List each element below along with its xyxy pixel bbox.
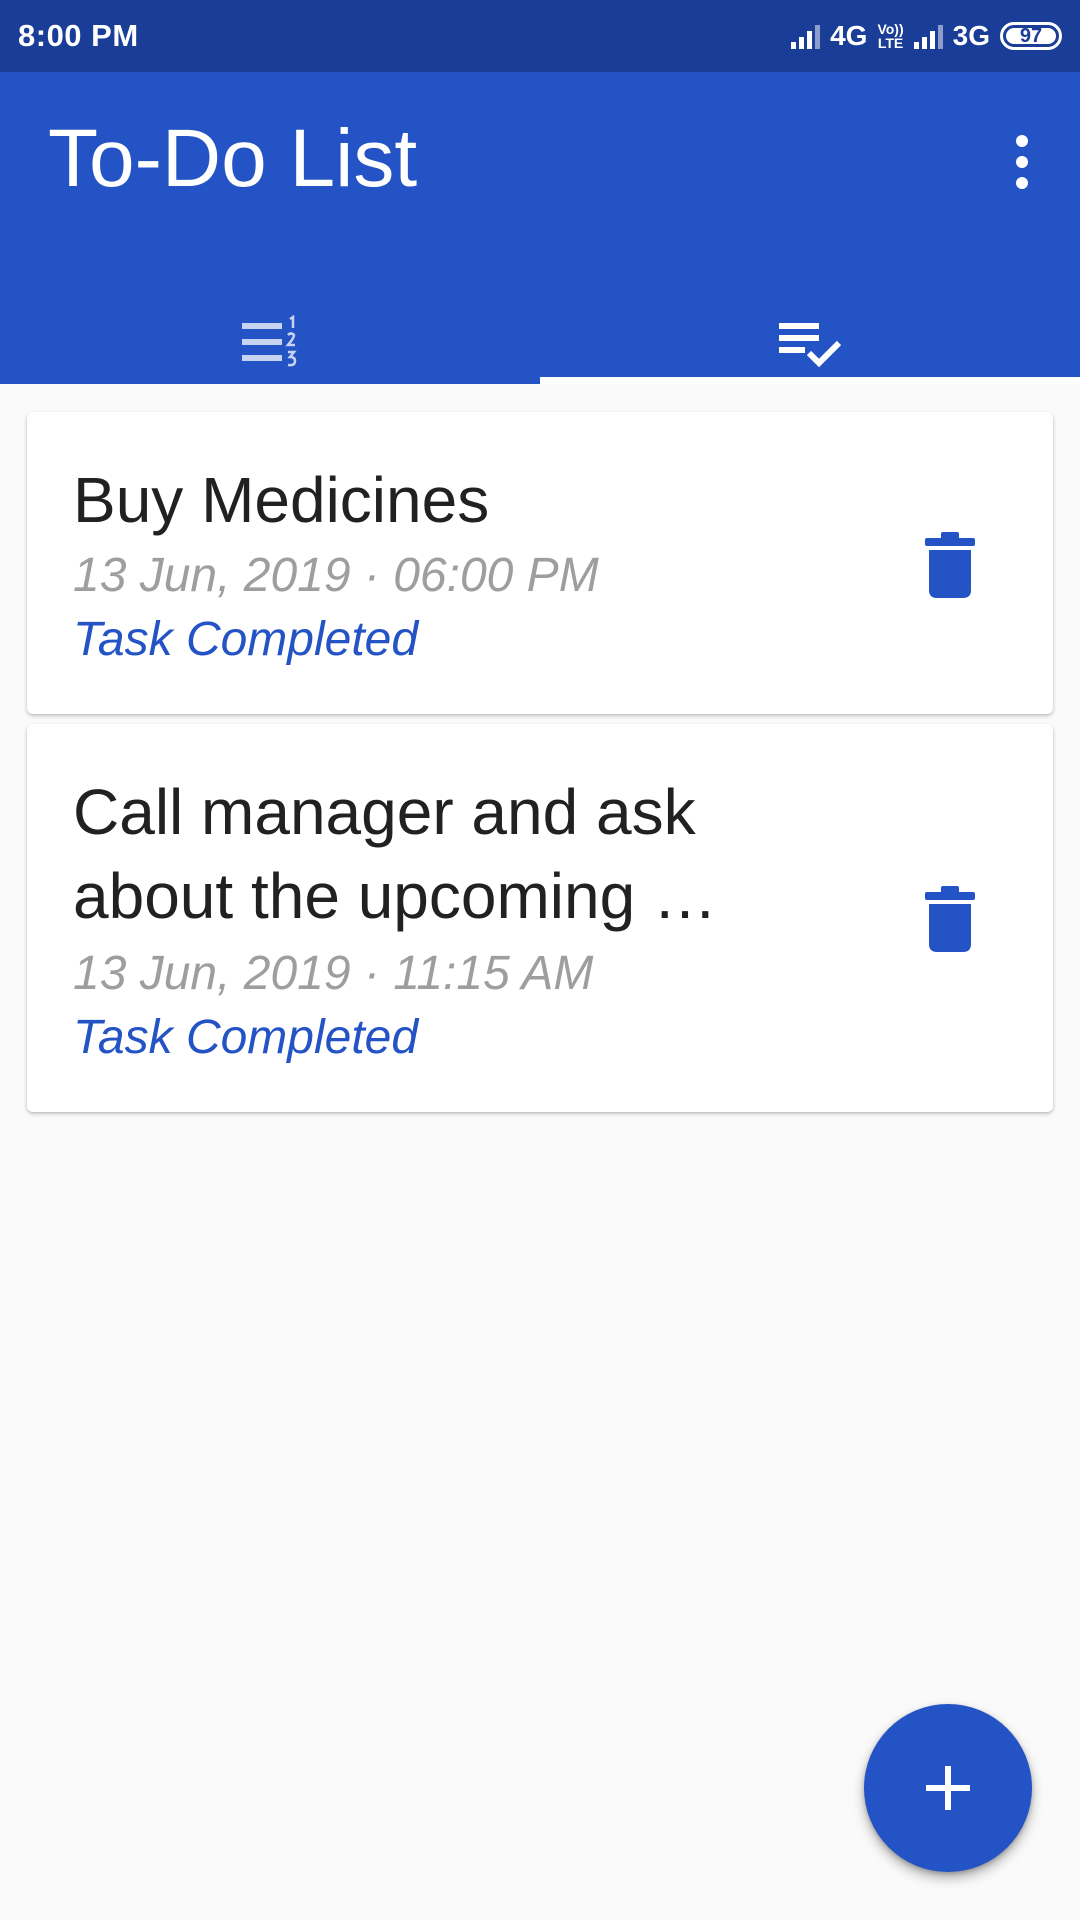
tab-pending[interactable] [0,302,540,384]
app-bar: To-Do List [0,72,1080,384]
task-card[interactable]: Buy Medicines 13 Jun, 2019 · 06:00 PM Ta… [27,412,1053,714]
status-indicators: 4G Vo)) LTE 3G 97 [791,20,1062,52]
plus-icon [926,1766,970,1810]
task-datetime: 13 Jun, 2019 · 06:00 PM [73,549,599,602]
network-type-1: 4G [830,20,868,51]
playlist-check-icon [779,323,842,368]
trash-icon[interactable] [925,532,975,598]
battery-level: 97 [1006,25,1056,47]
tab-bar [0,302,1080,384]
status-time: 8:00 PM [18,18,139,53]
more-vert-icon[interactable] [992,122,1052,202]
trash-icon[interactable] [925,886,975,952]
task-status: Task Completed [73,613,419,666]
task-card[interactable]: Call manager and ask about the upcoming … [27,724,1053,1112]
task-title: Buy Medicines [73,464,490,536]
task-datetime: 13 Jun, 2019 · 11:15 AM [73,947,594,1000]
signal-icon [791,23,821,49]
status-bar: 8:00 PM 4G Vo)) LTE 3G 97 [0,0,1080,72]
volte-icon: Vo)) LTE [877,22,903,50]
page-title: To-Do List [48,113,418,204]
numbered-list-icon [242,315,297,367]
volte-bottom: LTE [877,35,904,51]
network-type-2: 3G [952,20,990,51]
task-status: Task Completed [73,1011,419,1064]
tab-completed[interactable] [540,302,1080,384]
task-title: Call manager and ask about the upcoming … [73,776,717,932]
signal-icon [913,23,943,49]
battery-icon: 97 [1000,22,1062,50]
add-task-button[interactable] [864,1704,1032,1872]
